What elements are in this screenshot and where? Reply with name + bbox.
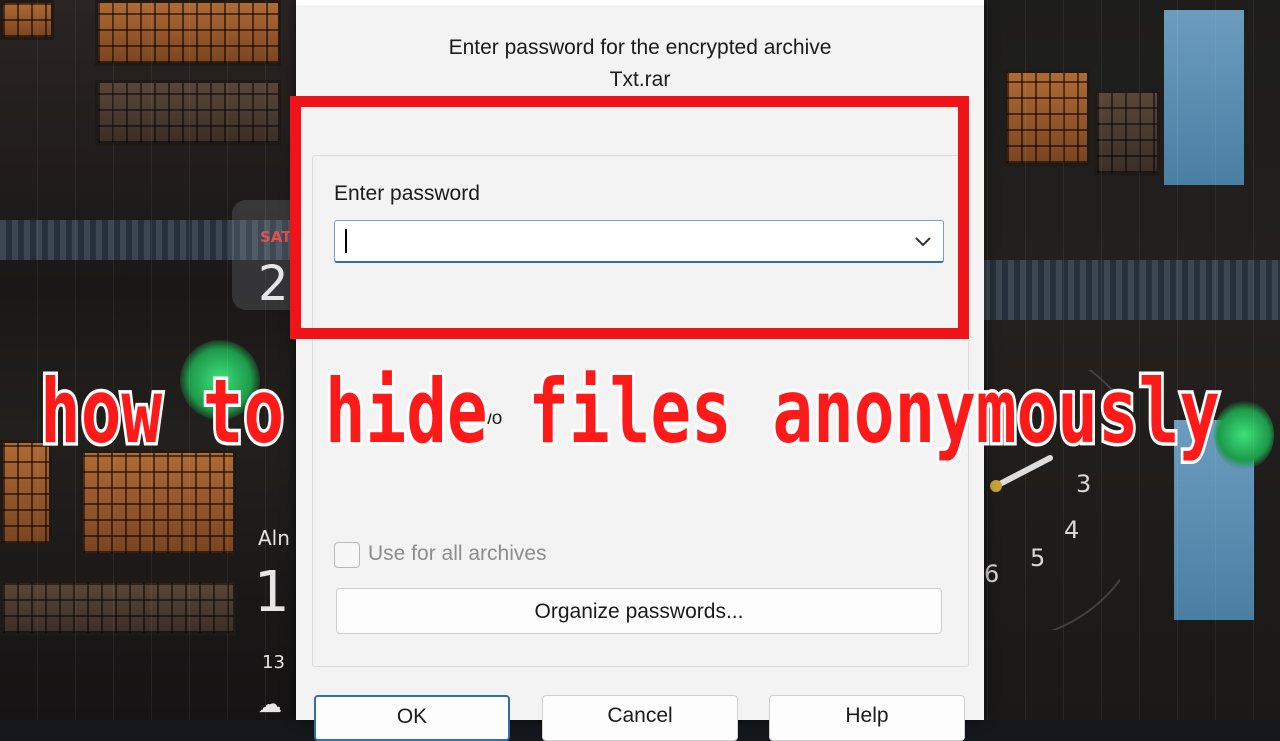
lockscreen-day: SAT bbox=[260, 228, 292, 246]
archive-name: Txt.rar bbox=[609, 68, 671, 91]
clock-number: 6 bbox=[984, 560, 999, 588]
highlight-box bbox=[290, 96, 969, 339]
overlay-headline: how to hide files anonymously bbox=[37, 370, 1224, 467]
clock-number: 3 bbox=[1076, 470, 1091, 498]
headline-text: how to hide files anonymously bbox=[40, 370, 1220, 463]
clock-number: 4 bbox=[1064, 516, 1079, 544]
clock-center bbox=[990, 480, 1002, 492]
use-for-all-checkbox[interactable] bbox=[334, 542, 360, 568]
lockscreen-weather: 13 bbox=[262, 652, 285, 673]
lockscreen-date: 2 bbox=[258, 256, 289, 312]
use-for-all-label: Use for all archives bbox=[368, 542, 547, 565]
ok-button[interactable]: OK bbox=[314, 695, 510, 741]
cancel-button[interactable]: Cancel bbox=[542, 695, 738, 741]
lockscreen-time: 1 bbox=[254, 560, 290, 625]
help-button[interactable]: Help bbox=[769, 695, 965, 741]
dialog-title-strip bbox=[296, 0, 984, 5]
lockscreen-alarm: Aln bbox=[258, 526, 290, 550]
organize-passwords-button[interactable]: Organize passwords... bbox=[336, 588, 942, 634]
cloud-icon: ☁ bbox=[258, 690, 282, 718]
clock-number: 5 bbox=[1030, 544, 1045, 572]
dialog-heading: Enter password for the encrypted archive bbox=[448, 36, 832, 59]
